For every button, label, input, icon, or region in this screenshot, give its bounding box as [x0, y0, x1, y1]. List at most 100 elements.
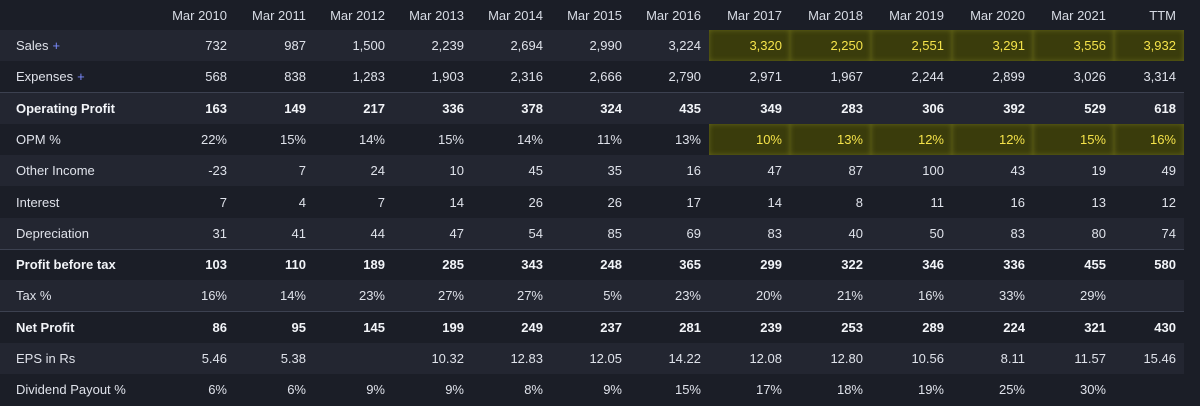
column-header: Mar 2018	[808, 7, 863, 23]
table-row: Net Profit 86 95 145 199 249 237 281 239 253 289 22…	[0, 311, 1184, 343]
value-cell: 87	[848, 163, 863, 179]
column-header: Mar 2012	[330, 7, 385, 23]
value-cell: 16%	[917, 288, 944, 304]
table-row: OPM % 22% 15% 14% 15% 14% 11% 13% 10% 13% 12% 12% 15…	[0, 123, 1184, 156]
value-cell: 580	[1114, 248, 1184, 281]
value-cell: 987	[284, 38, 306, 54]
table-row: Depreciation 31 41 44 47 54 85 69 83 40 50 83 80 74	[0, 217, 1184, 250]
column-header: Mar 2019	[889, 7, 944, 23]
value-cell: 224	[952, 311, 1033, 343]
value-cell: 26	[528, 194, 543, 210]
value-cell: 145	[314, 311, 393, 343]
value-cell: 3,026	[1073, 69, 1106, 85]
row-label: Interest	[16, 194, 60, 210]
header-label-cell	[0, 0, 156, 30]
value-cell: 12.80	[830, 351, 863, 367]
row-label-cell[interactable]: Expenses +	[0, 61, 156, 92]
value-cell: 19%	[917, 382, 944, 398]
value-cell: 21%	[836, 288, 863, 304]
value-cell	[1114, 374, 1184, 405]
value-cell: 12	[1161, 194, 1176, 210]
value-cell: 19	[1091, 163, 1106, 179]
table-row: Expenses +568 838 1,283 1,903 2,316 2,666 2,790…	[0, 61, 1184, 93]
value-cell: 49	[1161, 163, 1176, 179]
value-cell: 27%	[516, 288, 543, 304]
value-cell: 5.46	[201, 351, 227, 367]
value-cell: 14	[449, 194, 464, 210]
value-cell: 45	[528, 163, 543, 179]
value-cell: 2,971	[749, 69, 782, 85]
value-cell: 14%	[279, 288, 306, 304]
value-cell: 8%	[524, 382, 543, 398]
value-cell: 7	[219, 194, 227, 210]
value-cell: 435	[630, 92, 709, 124]
expand-plus-icon[interactable]: +	[53, 38, 61, 53]
value-cell: 3,314	[1143, 69, 1176, 85]
value-cell: 86	[156, 311, 235, 343]
expand-plus-icon[interactable]: +	[77, 69, 85, 84]
value-cell: 14	[767, 194, 782, 210]
table-body: Sales +732 987 1,500 2,239 2,694 2,990 3,224 3,3…	[0, 30, 1184, 406]
value-cell: 430	[1114, 311, 1184, 343]
value-cell: 289	[871, 311, 952, 343]
value-cell: 239	[709, 311, 790, 343]
value-cell: 6%	[208, 382, 227, 398]
column-header: Mar 2010	[172, 7, 227, 23]
value-cell: 217	[314, 92, 393, 124]
row-label-cell: Dividend Payout %	[0, 374, 156, 405]
row-label: Net Profit	[16, 320, 75, 336]
value-cell: 285	[393, 248, 472, 281]
row-label: Expenses	[16, 69, 74, 85]
value-cell: 2,790	[668, 69, 701, 85]
value-cell: 95	[235, 311, 314, 343]
value-cell: 31	[212, 225, 227, 241]
value-cell: 44	[370, 225, 385, 241]
value-cell: 529	[1033, 92, 1114, 124]
value-cell: 18%	[836, 382, 863, 398]
column-header: Mar 2015	[567, 7, 622, 23]
value-cell: 732	[205, 38, 227, 54]
value-cell: 3,556	[1033, 30, 1114, 62]
row-label-cell: OPM %	[0, 124, 156, 155]
table-row: Tax % 16% 14% 23% 27% 27% 5% 23% 20% 21% 16% 33% 29%	[0, 280, 1184, 312]
column-header: Mar 2016	[646, 7, 701, 23]
value-cell: 378	[472, 92, 551, 124]
value-cell: 7	[377, 194, 385, 210]
value-cell: 281	[630, 311, 709, 343]
table-row: EPS in Rs 5.46 5.38 10.32 12.83 12.05 14.22 12.…	[0, 342, 1184, 375]
value-cell: 2,990	[589, 38, 622, 54]
value-cell: 2,244	[911, 69, 944, 85]
value-cell: 47	[449, 225, 464, 241]
value-cell: 343	[472, 248, 551, 281]
row-label-cell[interactable]: Sales +	[0, 30, 156, 61]
column-header: Mar 2017	[727, 7, 782, 23]
value-cell: 14.22	[668, 351, 701, 367]
value-cell: 2,239	[431, 38, 464, 54]
table-row: Interest 7 4 7 14 26 26 17 14 8 11 16 13 12	[0, 186, 1184, 218]
value-cell: 14%	[358, 132, 385, 148]
value-cell: 23%	[674, 288, 701, 304]
table-row: Dividend Payout % 6% 6% 9% 9% 8% 9% 15% 17% 18% 19…	[0, 374, 1184, 406]
value-cell: 1,967	[830, 69, 863, 85]
value-cell: 455	[1033, 248, 1114, 281]
value-cell: 15%	[1033, 123, 1114, 156]
value-cell: 2,666	[589, 69, 622, 85]
row-label-cell: Tax %	[0, 280, 156, 311]
column-header: TTM	[1149, 7, 1176, 23]
value-cell: 1,500	[352, 38, 385, 54]
value-cell: 13	[1091, 194, 1106, 210]
value-cell: 20%	[755, 288, 782, 304]
value-cell: 12%	[871, 123, 952, 156]
value-cell: 27%	[437, 288, 464, 304]
value-cell: 100	[922, 163, 944, 179]
value-cell: 2,899	[992, 69, 1025, 85]
value-cell: 7	[298, 163, 306, 179]
value-cell: 24	[370, 163, 385, 179]
value-cell: 83	[767, 225, 782, 241]
value-cell: 22%	[200, 132, 227, 148]
row-label: Other Income	[16, 163, 95, 179]
value-cell: 349	[709, 92, 790, 124]
column-header: Mar 2011	[252, 7, 306, 23]
value-cell: 248	[551, 248, 630, 281]
value-cell: 321	[1033, 311, 1114, 343]
